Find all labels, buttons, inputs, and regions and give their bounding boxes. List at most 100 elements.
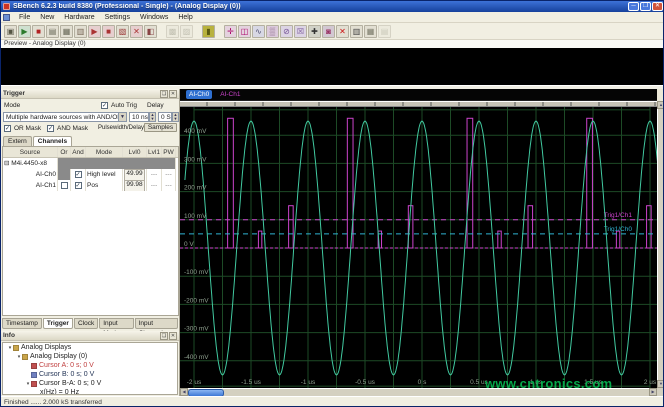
display-icon[interactable]: ▤ <box>46 24 59 38</box>
lvl0-cell[interactable]: 99.98 .. <box>123 180 147 191</box>
tab-input-mode[interactable]: Input Mode <box>99 318 134 337</box>
tree-node-icon <box>31 371 37 378</box>
menu-hardware[interactable]: Hardware <box>59 12 99 23</box>
column-header: Source <box>3 147 58 157</box>
plot-area[interactable]: Trig1/Ch1 Trig1/Ch0 400 mV 300 mV 200 mV 100 … <box>180 107 662 388</box>
maximize-button[interactable]: ❐ <box>640 2 651 11</box>
card-settings-icon[interactable]: ◧ <box>144 24 157 38</box>
group-row-label: ⊟ M4i.4450-x8 S... <box>3 158 58 169</box>
channel-tab-ch0[interactable]: AI-Ch0 <box>186 90 213 99</box>
y-axis-tick-label: -200 mV <box>184 297 209 304</box>
checkbox-icon[interactable] <box>60 181 68 189</box>
tab-channels[interactable]: Channels <box>32 136 73 146</box>
block-average-icon[interactable]: ⊘ <box>280 24 293 38</box>
trig-time-spinner[interactable]: ▲ ▼ <box>149 112 156 122</box>
text-columns-icon[interactable]: ▥ <box>350 24 363 38</box>
crosshair-icon[interactable]: ✚ <box>308 24 321 38</box>
battery-status-icon[interactable]: ▮ <box>202 24 215 38</box>
tab-timestamp[interactable]: Timestamp <box>2 318 42 329</box>
card-stop-icon[interactable]: ■ <box>102 24 115 38</box>
card-icon[interactable]: ▥ <box>74 24 87 38</box>
and-checkbox[interactable]: ✓ <box>71 180 86 191</box>
float-panel-icon[interactable]: ❏ <box>160 89 168 98</box>
card-start-icon[interactable]: ▶ <box>88 24 101 38</box>
delay-spinner[interactable]: ▲ ▼ <box>172 112 179 122</box>
x-axis-tick-label: -1.5 us <box>241 379 262 386</box>
lvl1-cell: --- <box>147 169 162 180</box>
tree-item[interactable]: ▾ Cursor B-A: 0 s; 0 V <box>3 379 177 388</box>
scroll-left-icon[interactable]: ◀ <box>180 388 188 396</box>
tab-input-channels[interactable]: Input Channels <box>134 318 178 337</box>
application-window: SBench 6.2.3 build 8380 (Professional - … <box>0 0 664 407</box>
close-panel-icon[interactable]: ✕ <box>169 89 177 98</box>
display-add-icon[interactable]: ▦ <box>60 24 73 38</box>
tree-item[interactable]: Cursor B: 0 s; 0 V <box>3 370 177 379</box>
mode-cell[interactable]: Pos <box>86 180 123 191</box>
new-file-icon[interactable]: ▣ <box>4 24 17 38</box>
tree-item[interactable]: ▾ Analog Display (0) <box>3 352 177 361</box>
watermark: www.cntronics.com <box>485 376 613 391</box>
xy-display-icon[interactable]: ☒ <box>294 24 307 38</box>
cursor-tool-icon[interactable]: ✛ <box>224 24 237 38</box>
or-mask-checkbox[interactable]: ✓ <box>4 125 11 132</box>
and-checkbox[interactable]: ✓ <box>71 169 86 180</box>
checkbox-checked-icon[interactable]: ✓ <box>74 170 82 178</box>
abort-icon[interactable]: ✕ <box>130 24 143 38</box>
tab-clock[interactable]: Clock <box>73 318 99 329</box>
channel-tab-ch1[interactable]: AI-Ch1 <box>220 91 240 98</box>
source-cell: AI-Ch1 <box>3 180 58 191</box>
table-row[interactable]: AI-Ch0✓High level49.99 ..------ <box>3 169 178 180</box>
trigger-mode-select[interactable]: Multiple hardware sources with AND/OR ▼ <box>3 112 127 122</box>
signal-analysis-icon[interactable]: ∿ <box>252 24 265 38</box>
or-checkbox[interactable] <box>58 180 71 191</box>
status-bar: Finished ...... 2.000 kS transferred <box>1 396 663 406</box>
lvl0-field[interactable]: 99.98 .. <box>124 180 145 191</box>
minimize-button[interactable]: ─ <box>628 2 639 11</box>
table-row[interactable]: AI-Ch1✓Pos99.98 ..------ <box>3 180 178 191</box>
scroll-right-icon[interactable]: ▶ <box>649 388 657 396</box>
grid-view-icon[interactable]: ▦ <box>364 24 377 38</box>
pin-panel-icon[interactable]: ❏ <box>160 331 168 340</box>
table-group-row[interactable]: ⊟ M4i.4450-x8 S... <box>3 158 178 169</box>
tab-extern[interactable]: Extern <box>3 136 32 146</box>
snapshot-icon[interactable]: ◫ <box>238 24 251 38</box>
and-mask-checkbox[interactable]: ✓ <box>47 125 54 132</box>
delay-select[interactable]: 0 S <box>158 112 172 122</box>
menu-windows[interactable]: Windows <box>135 12 173 23</box>
trig-time-field[interactable]: 10 ns <box>129 112 149 122</box>
zoom-out-icon: ▨ <box>180 24 193 38</box>
y-axis-tick-label: 100 mV <box>184 213 207 220</box>
tree-item[interactable]: Cursor A: 0 s; 0 V <box>3 361 177 370</box>
preview-area[interactable] <box>1 48 663 85</box>
fft-icon[interactable]: ▒ <box>266 24 279 38</box>
lvl0-cell[interactable]: 49.99 .. <box>123 169 147 180</box>
mode-cell[interactable]: High level <box>86 169 123 180</box>
trigger-level-label: Trig1/Ch1 <box>604 212 633 219</box>
close-info-icon[interactable]: ✕ <box>169 331 177 340</box>
start-acquisition-icon[interactable]: ▶ <box>18 24 31 38</box>
zoom-in-icon: ▩ <box>166 24 179 38</box>
close-button[interactable]: ✕ <box>652 2 663 11</box>
auto-trig-checkbox[interactable]: ✓ <box>101 102 108 109</box>
tree-item[interactable]: x(Hz) = 0 Hz <box>3 388 177 394</box>
record-stop-icon[interactable]: ■ <box>32 24 45 38</box>
menu-new[interactable]: New <box>35 12 59 23</box>
samples-button[interactable]: Samples <box>144 123 177 132</box>
vertical-scrollbar[interactable]: ▲ ▼ <box>657 101 663 388</box>
overlay-icon[interactable]: ◙ <box>322 24 335 38</box>
tree-item[interactable]: ▾ Analog Displays <box>3 343 177 352</box>
menu-file[interactable]: File <box>14 12 35 23</box>
delete-icon[interactable]: ✕ <box>336 24 349 38</box>
scroll-down-icon[interactable]: ▼ <box>657 380 663 388</box>
tab-trigger[interactable]: Trigger <box>42 318 73 329</box>
window-menu-icon[interactable] <box>3 13 10 21</box>
menu-help[interactable]: Help <box>173 12 197 23</box>
status-text: Finished ...... 2.000 kS transferred <box>4 399 102 406</box>
menu-settings[interactable]: Settings <box>100 12 135 23</box>
fifo-mode-icon[interactable]: ▧ <box>116 24 129 38</box>
tree-node-label: Analog Display (0) <box>30 353 88 360</box>
lvl0-field[interactable]: 49.99 .. <box>124 169 145 180</box>
checkbox-checked-icon[interactable]: ✓ <box>74 181 82 189</box>
scroll-up-icon[interactable]: ▲ <box>657 101 663 109</box>
tree-node-label: Cursor B-A: 0 s; 0 V <box>39 380 102 387</box>
